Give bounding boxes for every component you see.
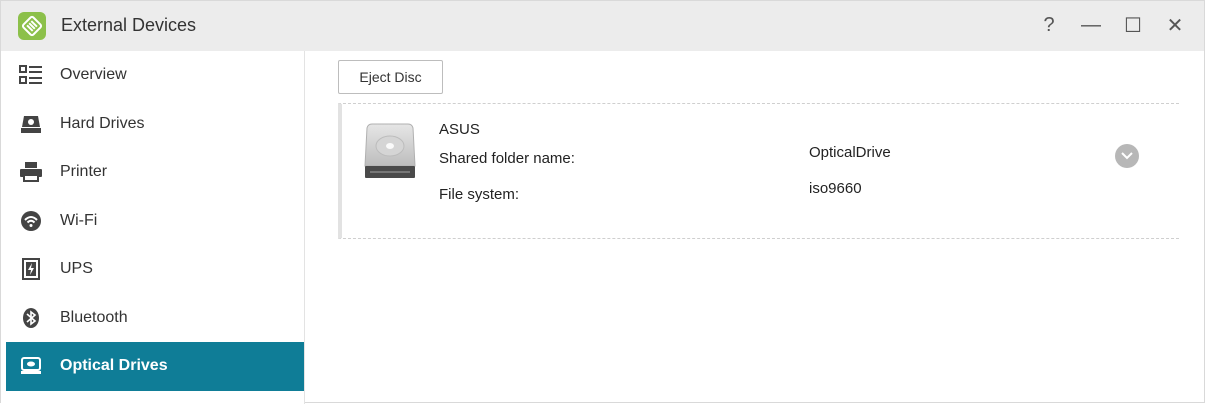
maximize-button[interactable]: ☐	[1122, 14, 1144, 37]
question-icon: ?	[1043, 13, 1055, 36]
expand-details-button[interactable]	[1115, 144, 1139, 168]
shared-folder-label: Shared folder name:	[439, 150, 575, 167]
optical-drive-icon	[364, 122, 416, 185]
window-title: External Devices	[61, 15, 197, 35]
sidebar: Overview Hard Drives Printer Wi-Fi UPS B…	[1, 51, 305, 404]
bluetooth-icon	[19, 306, 43, 330]
close-icon: ✕	[1166, 14, 1184, 37]
sidebar-item-bluetooth[interactable]: Bluetooth	[1, 294, 304, 343]
help-button[interactable]: ?	[1038, 14, 1060, 36]
minimize-icon: —	[1081, 13, 1101, 36]
sidebar-item-label: Wi-Fi	[60, 211, 98, 229]
sidebar-item-optical-drives[interactable]: Optical Drives	[6, 342, 304, 391]
sidebar-item-label: Overview	[60, 66, 127, 84]
optical-drive-icon	[19, 354, 43, 378]
shared-folder-value: OpticalDrive	[809, 144, 891, 161]
sidebar-item-label: Optical Drives	[60, 357, 168, 375]
sidebar-item-hard-drives[interactable]: Hard Drives	[1, 100, 304, 149]
sidebar-item-printer[interactable]: Printer	[1, 148, 304, 197]
file-system-value: iso9660	[809, 180, 862, 197]
device-name: ASUS	[439, 121, 480, 138]
maximize-icon: ☐	[1124, 14, 1142, 37]
printer-icon	[19, 160, 43, 184]
ups-icon	[19, 257, 43, 281]
sidebar-item-overview[interactable]: Overview	[1, 51, 304, 100]
external-devices-icon	[18, 12, 46, 40]
chevron-down-icon	[1121, 147, 1133, 165]
window-controls: ? — ☐ ✕	[1038, 14, 1186, 37]
sidebar-item-wifi[interactable]: Wi-Fi	[1, 197, 304, 246]
sidebar-item-label: Bluetooth	[60, 308, 128, 326]
sidebar-item-label: Printer	[60, 163, 108, 181]
sidebar-item-ups[interactable]: UPS	[1, 245, 304, 294]
main-content: Eject Disc ASUS Shared folder name: Opti…	[306, 51, 1204, 404]
sidebar-item-label: UPS	[60, 260, 93, 278]
sidebar-item-label: Hard Drives	[60, 114, 145, 132]
wifi-icon	[19, 209, 43, 233]
file-system-label: File system:	[439, 186, 520, 203]
title-bar: External Devices ? — ☐ ✕	[1, 1, 1204, 51]
minimize-button[interactable]: —	[1080, 14, 1102, 36]
close-button[interactable]: ✕	[1164, 14, 1186, 37]
device-card: ASUS Shared folder name: OpticalDrive Fi…	[338, 103, 1179, 239]
eject-disc-button[interactable]: Eject Disc	[338, 60, 443, 94]
overview-icon	[19, 63, 43, 87]
hard-drive-icon	[19, 112, 43, 136]
external-devices-window: External Devices ? — ☐ ✕ Overview Hard D…	[0, 0, 1205, 404]
